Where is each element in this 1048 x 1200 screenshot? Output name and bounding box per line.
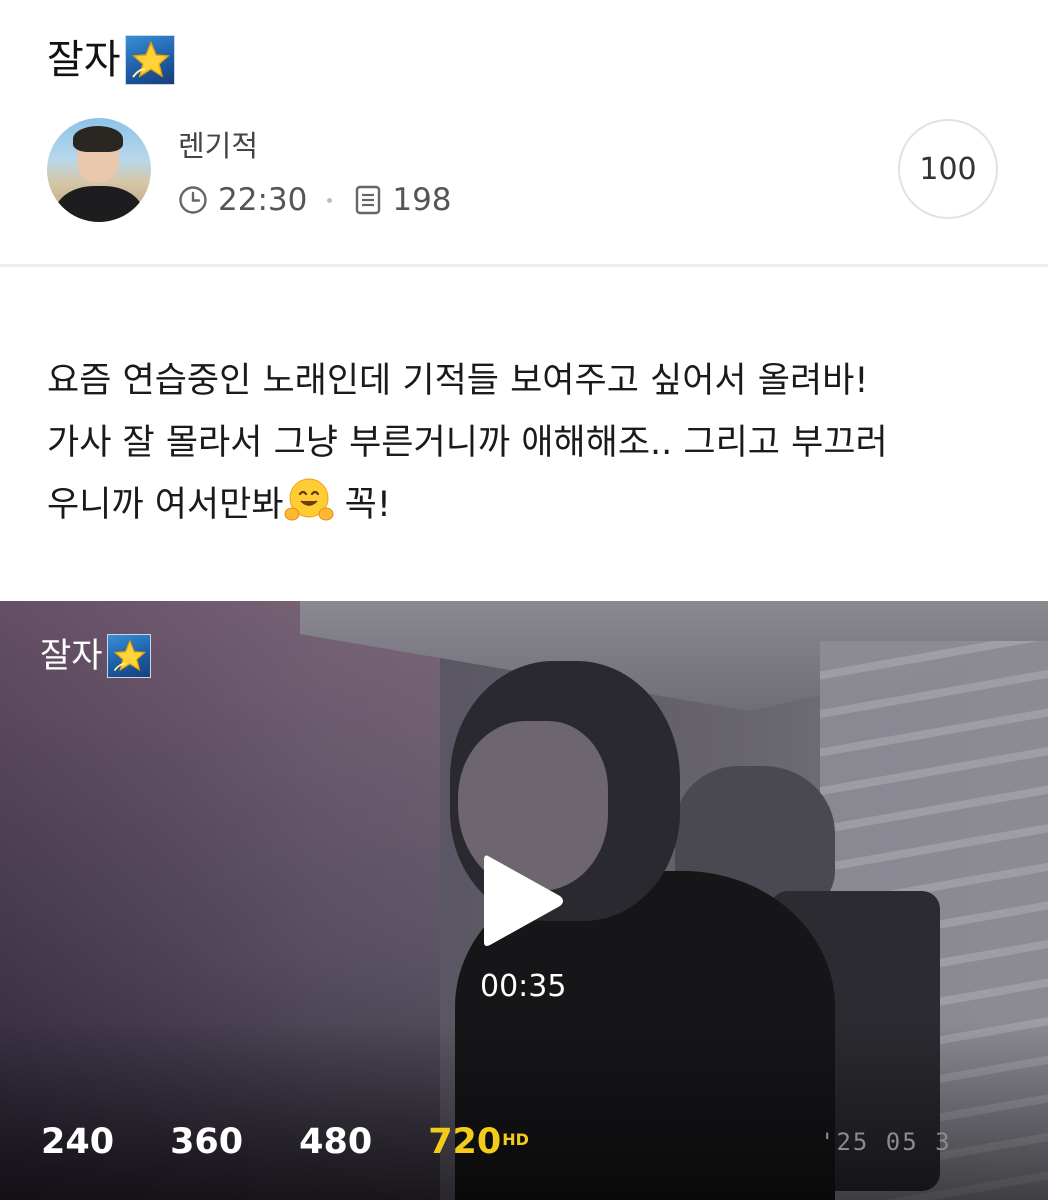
post-title-text: 잘자 [47,37,121,83]
count-badge[interactable]: 100 [898,119,998,219]
quality-option-720[interactable]: 720HD [428,1121,529,1163]
video-player[interactable]: 잘자 00:35 240 360 480 720HD '25 05 3 [0,601,1048,1200]
post-body-line: 요즘 연습중인 노래인데 기적들 보여주고 싶어서 올려바! [47,361,869,401]
post-meta: 22:30 198 [178,180,452,220]
video-title: 잘자 [40,631,151,681]
author-avatar[interactable] [47,118,151,222]
play-icon [484,855,563,946]
dizzy-star-emoji-icon [106,634,151,678]
header-divider [0,264,1048,267]
post-view-count: 198 [392,182,452,218]
quality-option-240[interactable]: 240 [41,1121,114,1163]
video-title-text: 잘자 [40,636,103,676]
post-body-line-with-emoji: 우니까 여서만봐 꼭! [47,474,1017,536]
post-page: 잘자 렌기적 22:30 198 100 요즘 연습중인 노래인데 기적들 보여… [0,0,1048,1200]
quality-selector: 240 360 480 720HD [41,1121,585,1163]
post-title: 잘자 [47,30,175,90]
author-name[interactable]: 렌기적 [178,126,258,166]
post-body-line: 가사 잘 몰라서 그냥 부른거니까 애해해조.. 그리고 부끄러 [47,423,888,463]
post-body: 요즘 연습중인 노래인데 기적들 보여주고 싶어서 올려바! 가사 잘 몰라서 … [47,350,1017,536]
quality-option-480[interactable]: 480 [299,1121,372,1163]
dizzy-star-emoji-icon [124,35,175,85]
video-duration: 00:35 [480,969,567,1004]
hugging-face-emoji-icon [284,476,334,526]
hd-badge: HD [502,1130,529,1149]
meta-separator [327,197,333,203]
play-button[interactable] [474,846,574,956]
quality-option-360[interactable]: 360 [170,1121,243,1163]
video-timestamp-overlay: '25 05 3 [820,1128,952,1156]
post-time: 22:30 [218,182,308,218]
clock-icon [178,185,208,215]
document-icon [354,185,382,215]
